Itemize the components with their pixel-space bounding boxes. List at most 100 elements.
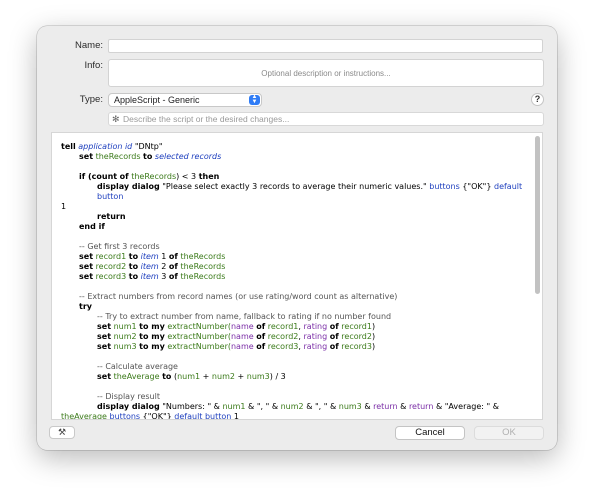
code-line: set num1 to my extractNumber(name of rec… [61, 322, 535, 332]
code-token: default button [174, 412, 232, 420]
script-editor-dialog: Name: Info: Optional description or inst… [37, 26, 557, 450]
code-token: set [97, 332, 112, 341]
code-token: set [79, 272, 94, 281]
code-token: record2 [267, 332, 299, 341]
code-token: name [230, 342, 254, 351]
hammer-icon[interactable]: ⚒ [49, 426, 75, 439]
code-line: -- Calculate average [61, 362, 535, 372]
code-token: item [140, 252, 159, 261]
code-line: theAverage buttons {"OK"} default button… [61, 412, 535, 420]
code-token: num2 [113, 332, 137, 341]
code-token: theAverage [61, 412, 107, 420]
info-field[interactable]: Optional description or instructions... [108, 59, 544, 87]
cancel-button[interactable]: Cancel [395, 426, 465, 440]
code-token: extractNumber( [167, 332, 231, 341]
code-token: 3 [161, 272, 167, 281]
code-token: & ", " & [306, 402, 337, 411]
ai-prompt-placeholder: Describe the script or the desired chang… [123, 114, 290, 124]
code-token: num3 [246, 372, 270, 381]
code-token: num2 [280, 402, 304, 411]
type-select-value: AppleScript - Generic [114, 95, 200, 105]
code-token: if ( [79, 172, 92, 181]
code-token: extractNumber( [167, 322, 231, 331]
code-line: if (count of theRecords) < 3 then [61, 172, 535, 182]
type-select[interactable]: AppleScript - Generic ▲ ▼ [108, 93, 262, 107]
code-token: ) [371, 342, 376, 351]
code-token: item [140, 272, 159, 281]
code-token: record3 [267, 342, 299, 351]
editor-scrollbar[interactable] [535, 136, 540, 294]
code-token: "Numbers: " & [162, 402, 220, 411]
code-editor[interactable]: tell application id "DNtp" set theRecord… [51, 132, 543, 420]
sparkle-icon: ✻ [112, 114, 120, 124]
code-token: count [91, 172, 118, 181]
code-token: theAverage [113, 372, 160, 381]
code-line: display dialog "Please select exactly 3 … [61, 182, 535, 202]
code-token: + [202, 372, 210, 381]
info-label: Info: [84, 60, 104, 71]
code-comment: -- Calculate average [97, 362, 178, 371]
code-token: display dialog [97, 182, 160, 191]
code-token: "DNtp" [134, 142, 163, 151]
code-token: of [119, 172, 129, 181]
code-line: return [61, 212, 535, 222]
code-token: application id [78, 142, 133, 151]
code-line: end if [61, 222, 535, 232]
code-token: of [329, 322, 339, 331]
code-line: set num3 to my extractNumber(name of rec… [61, 342, 535, 352]
code-token: 1 [61, 202, 67, 211]
code-token: of [168, 252, 178, 261]
code-token: buttons [109, 412, 141, 420]
code-token: , [298, 332, 301, 341]
code-token: set [97, 342, 112, 351]
code-token: num1 [113, 322, 137, 331]
code-token: num3 [113, 342, 137, 351]
code-token: selected records [154, 152, 222, 161]
code-token: to my [139, 322, 165, 331]
code-token: of [329, 342, 339, 351]
name-input[interactable] [108, 39, 543, 53]
code-token: rating [303, 332, 328, 341]
code-token: to my [139, 332, 165, 341]
code-token: return [373, 402, 398, 411]
code-comment: -- Display result [97, 392, 160, 401]
code-token: , [298, 342, 301, 351]
help-button[interactable]: ? [531, 93, 544, 106]
code-token: to [128, 252, 139, 261]
code-token: num1 [222, 402, 246, 411]
code-token: try [79, 302, 92, 311]
code-token: to [143, 152, 153, 161]
code-token: num2 [211, 372, 235, 381]
code-token: record2 [341, 332, 372, 341]
code-token: record3 [95, 272, 127, 281]
code-token: ) [371, 322, 376, 331]
code-token: ) [371, 332, 376, 341]
code-token: 2 [161, 262, 167, 271]
code-token: of [168, 262, 178, 271]
code-token: of [329, 332, 339, 341]
code-line: set record3 to item 3 of theRecords [61, 272, 535, 282]
code-line: set theRecords to selected records [61, 152, 535, 162]
code-token: to [162, 372, 172, 381]
code-token: & ", " & [248, 402, 279, 411]
ai-prompt-input[interactable]: ✻ Describe the script or the desired cha… [108, 112, 544, 126]
code-line: -- Try to extract number from name, fall… [61, 312, 535, 322]
code-comment: -- Get first 3 records [79, 242, 160, 251]
code-token: record1 [267, 322, 299, 331]
code-token: & "Average: " & [435, 402, 499, 411]
code-token: {"OK"} [142, 412, 172, 420]
code-token: set [79, 252, 94, 261]
ok-button[interactable]: OK [474, 426, 544, 440]
code-token: num1 [177, 372, 201, 381]
code-line: tell application id "DNtp" [61, 142, 535, 152]
code-line: set theAverage to (num1 + num2 + num3) /… [61, 372, 535, 382]
code-token: theRecords [180, 262, 226, 271]
code-line: set record2 to item 2 of theRecords [61, 262, 535, 272]
code-token: + [237, 372, 245, 381]
code-token: return [408, 402, 434, 411]
info-placeholder: Optional description or instructions... [261, 68, 391, 78]
code-token: of [168, 272, 178, 281]
